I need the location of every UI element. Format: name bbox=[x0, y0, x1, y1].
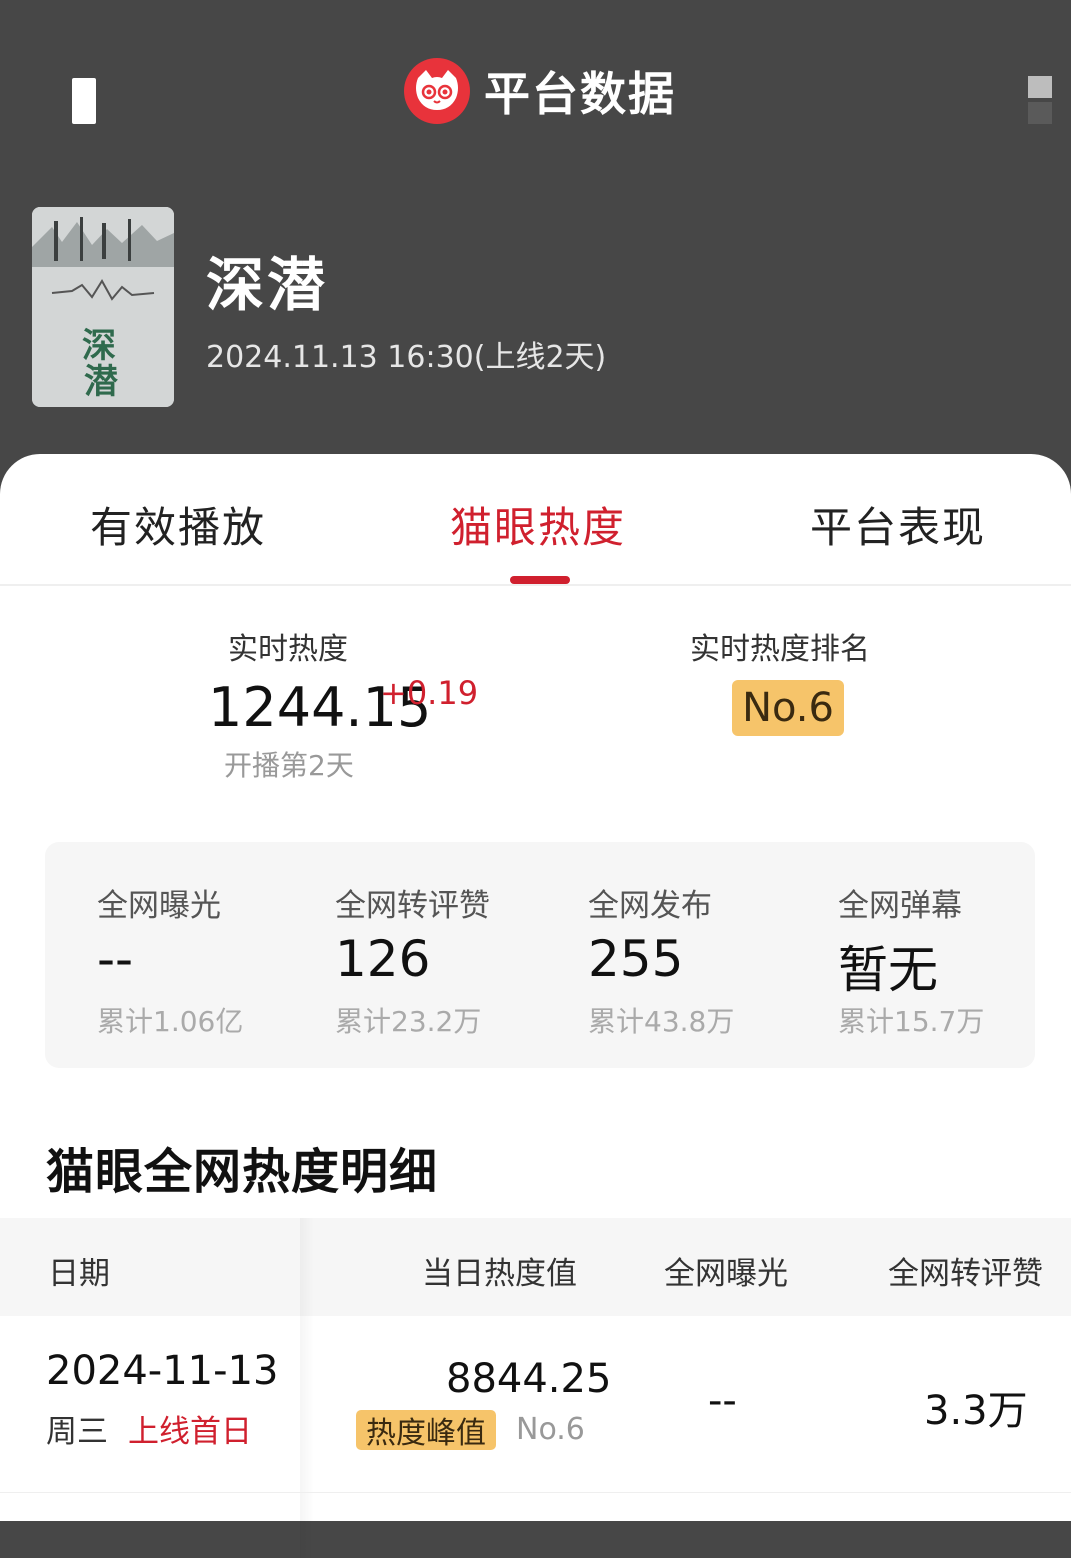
stat-label: 全网发布 bbox=[588, 888, 712, 924]
stat-total: 累计43.8万 bbox=[588, 1005, 735, 1038]
tab-maoyan-heat[interactable]: 猫眼热度 bbox=[450, 494, 626, 555]
peak-badge: 热度峰值 bbox=[356, 1410, 496, 1451]
stat-value: -- bbox=[97, 930, 134, 988]
row-exposure: -- bbox=[708, 1378, 737, 1424]
back-icon[interactable] bbox=[72, 78, 96, 124]
peak-rank: No.6 bbox=[516, 1412, 585, 1447]
row-engagement: 3.3万 bbox=[924, 1388, 1028, 1434]
realtime-rank-label: 实时热度排名 bbox=[690, 632, 870, 667]
more-icon[interactable] bbox=[1028, 76, 1052, 124]
release-date: 2024.11.13 16:30(上线2天) bbox=[206, 340, 607, 375]
days-since-premiere: 开播第2天 bbox=[224, 749, 354, 782]
tab-effective-play[interactable]: 有效播放 bbox=[90, 494, 266, 555]
stat-total: 累计15.7万 bbox=[838, 1005, 985, 1038]
tab-bar: 有效播放 猫眼热度 平台表现 bbox=[0, 454, 1071, 586]
stats-panel: 全网曝光 -- 累计1.06亿 全网转评赞 126 累计23.2万 全网发布 2… bbox=[45, 842, 1035, 1068]
page-title: 平台数据 bbox=[484, 67, 676, 121]
realtime-rank-badge: No.6 bbox=[732, 680, 844, 736]
realtime-heat-delta: +0.19 bbox=[380, 674, 479, 712]
svg-text:深: 深 bbox=[82, 326, 116, 366]
column-header-exposure: 全网曝光 bbox=[664, 1256, 788, 1292]
stat-total: 累计1.06亿 bbox=[97, 1005, 244, 1038]
table-header: 日期 当日热度值 全网曝光 全网转评赞 bbox=[0, 1218, 1071, 1558]
stat-total: 累计23.2万 bbox=[335, 1005, 482, 1038]
stat-value: 暂无 bbox=[838, 941, 938, 999]
detail-section-title: 猫眼全网热度明细 bbox=[46, 1144, 439, 1200]
show-poster[interactable]: 深 潜 bbox=[32, 207, 174, 407]
column-header-daily-heat: 当日热度值 bbox=[422, 1256, 577, 1292]
tab-platform-performance[interactable]: 平台表现 bbox=[810, 494, 986, 555]
row-date: 2024-11-13 bbox=[46, 1348, 279, 1394]
active-tab-indicator bbox=[510, 576, 570, 584]
stat-value: 126 bbox=[335, 930, 431, 988]
maoyan-cat-logo-icon bbox=[404, 58, 470, 124]
stat-label: 全网弹幕 bbox=[838, 888, 962, 924]
realtime-heat-label: 实时热度 bbox=[228, 632, 348, 667]
app-header: 平台数据 深 潜 深潜 2024.11.13 16:30(上线2天) bbox=[0, 0, 1071, 460]
show-title: 深潜 bbox=[206, 251, 329, 319]
stat-label: 全网转评赞 bbox=[335, 888, 490, 924]
row-launch-tag: 上线首日 bbox=[128, 1414, 252, 1450]
column-header-engagement: 全网转评赞 bbox=[888, 1256, 1043, 1292]
row-heat-value: 8844.25 bbox=[446, 1356, 612, 1402]
table-row[interactable]: 2024-11-13 周三 上线首日 8844.25 热度峰值 No.6 -- … bbox=[0, 1316, 1071, 1493]
stat-label: 全网曝光 bbox=[97, 888, 221, 924]
row-weekday: 周三 bbox=[46, 1414, 108, 1450]
brand: 平台数据 bbox=[404, 56, 676, 126]
data-card: 有效播放 猫眼热度 平台表现 实时热度 1244.15 +0.19 开播第2天 … bbox=[0, 454, 1071, 1558]
svg-text:潜: 潜 bbox=[84, 362, 118, 402]
column-header-date: 日期 bbox=[48, 1256, 110, 1292]
stat-value: 255 bbox=[588, 930, 684, 988]
